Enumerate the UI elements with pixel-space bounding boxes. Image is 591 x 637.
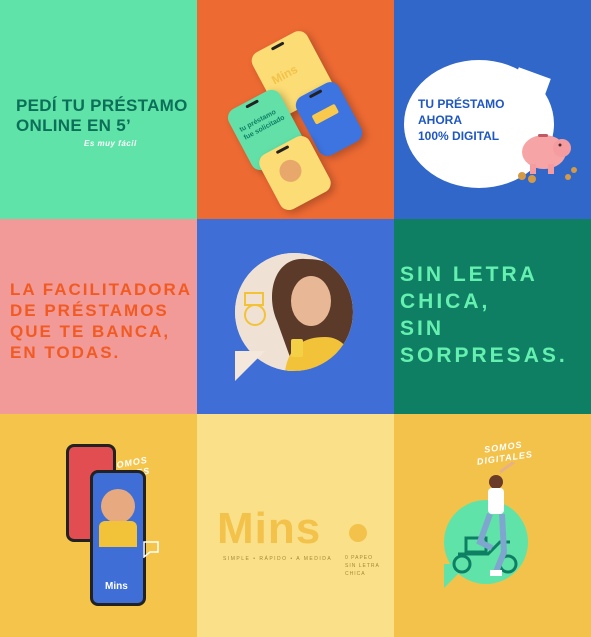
tile-headline: LA FACILITADORA DE PRÉSTAMOS QUE TE BANC… (10, 279, 192, 363)
phone-card (311, 103, 340, 125)
mins-logo: Mins (217, 504, 322, 553)
headline-line-2: DE PRÉSTAMOS (10, 301, 169, 320)
side-line-1: 0 PAPEO (345, 555, 374, 561)
headline-line-3: SIN (400, 317, 445, 340)
tile-app-phones[interactable]: Mins tu préstamo fue solicitado (197, 0, 394, 219)
person-shirt (99, 521, 137, 547)
side-line-3: CHICA (345, 571, 366, 577)
jumping-woman-figure (476, 462, 515, 576)
headline-line-1: LA FACILITADORA (10, 280, 193, 299)
tile-somos-agiles[interactable]: SOMOS ÁGILES Mins (0, 414, 197, 637)
bubble-text: TU PRÉSTAMO AHORA 100% DIGITAL (418, 96, 504, 144)
bubble-line-3: 100% DIGITAL (418, 129, 500, 143)
tile-sin-letra-chica[interactable]: SIN LETRA CHICA, SIN SORPRESAS. (394, 219, 591, 414)
phone-notch (308, 89, 323, 99)
logo-tagline: SIMPLE • RÁPIDO • A MEDIDA (223, 556, 333, 562)
speech-bubble-icon (143, 541, 159, 558)
phone-brand-label: Mins (269, 62, 300, 88)
headline-line-4: SORPRESAS. (400, 344, 568, 367)
tile-woman-photo[interactable] (197, 219, 394, 414)
social-post-grid: PEDÍ TU PRÉSTAMO ONLINE EN 5’ Es muy fác… (0, 0, 591, 637)
tile-somos-digitales[interactable]: SOMOS DIGITALES (394, 414, 591, 637)
phone-notch (245, 99, 260, 109)
headline-line-3: QUE TE BANCA, (10, 322, 171, 341)
person-avatar (101, 489, 135, 523)
tile-headline: SIN LETRA CHICA, SIN SORPRESAS. (400, 261, 568, 369)
phone-notch (275, 144, 290, 155)
headline-line-1: SIN LETRA (400, 263, 538, 286)
phone-notch (270, 41, 285, 51)
tile-mins-logo[interactable]: Mins SIMPLE • RÁPIDO • A MEDIDA 0 PAPEO … (197, 414, 394, 637)
tile-pedi-prestamo[interactable]: PEDÍ TU PRÉSTAMO ONLINE EN 5’ Es muy fác… (0, 0, 197, 219)
headline-line-2: CHICA, (400, 290, 491, 313)
tile-subline: Es muy fácil (84, 139, 137, 148)
tile-facilitadora[interactable]: LA FACILITADORA DE PRÉSTAMOS QUE TE BANC… (0, 219, 197, 414)
phone-mockup-front: Mins (90, 470, 146, 606)
avatar (275, 156, 306, 186)
phone-brand-label: Mins (105, 581, 128, 592)
piggy-bank-icon (518, 134, 577, 183)
headline-line-2: ONLINE EN 5’ (16, 116, 132, 135)
headline-line-1: PEDÍ TU PRÉSTAMO (16, 96, 188, 115)
tile-headline: PEDÍ TU PRÉSTAMO ONLINE EN 5’ (16, 96, 188, 136)
headline-line-4: EN TODAS. (10, 343, 121, 362)
side-line-2: SIN LETRA (345, 563, 380, 569)
logo-dot (349, 524, 367, 542)
phone-badge: tu préstamo fue solicitado (238, 105, 286, 142)
tile-prestamo-digital[interactable]: TU PRÉSTAMO AHORA 100% DIGITAL (394, 0, 591, 219)
bubble-tail (235, 351, 265, 381)
bubble-line-2: AHORA (418, 113, 462, 127)
side-note: 0 PAPEO SIN LETRA CHICA (345, 554, 380, 578)
bubble-line-1: TU PRÉSTAMO (418, 97, 505, 111)
